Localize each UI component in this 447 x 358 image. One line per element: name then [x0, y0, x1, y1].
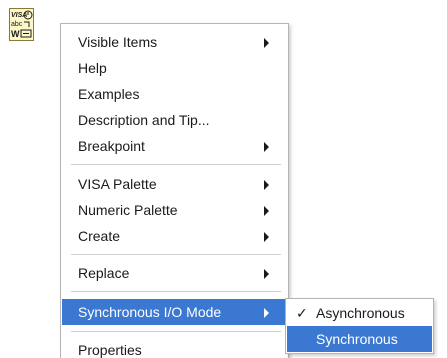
chevron-right-icon — [264, 180, 269, 190]
menu-item-visible-items[interactable]: Visible Items — [62, 29, 287, 55]
chevron-right-icon — [264, 308, 269, 318]
menu-separator — [71, 291, 281, 292]
menu-item-label: Help — [78, 60, 107, 76]
submenu-item-label: Asynchronous — [316, 305, 405, 321]
chevron-right-icon — [264, 142, 269, 152]
menu-item-visa-palette[interactable]: VISA Palette — [62, 171, 287, 197]
submenu-item-asynchronous[interactable]: ✓ Asynchronous — [287, 300, 432, 326]
submenu-item-synchronous[interactable]: Synchronous — [287, 326, 432, 352]
chevron-right-icon — [264, 38, 269, 48]
menu-item-help[interactable]: Help — [62, 55, 287, 81]
chevron-right-icon — [264, 232, 269, 242]
menu-item-breakpoint[interactable]: Breakpoint — [62, 133, 287, 159]
menu-item-label: Description and Tip... — [78, 112, 210, 128]
menu-item-label: Breakpoint — [78, 138, 145, 154]
context-menu: Visible Items Help Examples Description … — [60, 23, 289, 358]
menu-separator — [71, 254, 281, 255]
menu-separator — [71, 331, 281, 332]
menu-item-properties[interactable]: Properties — [62, 337, 287, 358]
icon-abc-text: abc — [11, 21, 23, 28]
menu-item-numeric-palette[interactable]: Numeric Palette — [62, 197, 287, 223]
checkmark-icon: ✓ — [296, 305, 308, 321]
menu-item-label: VISA Palette — [78, 176, 157, 192]
icon-w-text: W — [11, 29, 20, 39]
menu-item-examples[interactable]: Examples — [62, 81, 287, 107]
menu-item-label: Create — [78, 228, 121, 244]
menu-item-label: Synchronous I/O Mode — [78, 304, 222, 320]
menu-separator — [71, 164, 281, 165]
menu-item-replace[interactable]: Replace — [62, 260, 287, 286]
menu-item-label: Replace — [78, 265, 130, 281]
synchronous-io-mode-submenu: ✓ Asynchronous Synchronous — [285, 298, 434, 354]
chevron-right-icon — [264, 269, 269, 279]
menu-item-label: Numeric Palette — [78, 202, 178, 218]
menu-item-label: Properties — [78, 342, 142, 358]
menu-item-synchronous-io-mode[interactable]: Synchronous I/O Mode — [62, 299, 287, 325]
menu-item-label: Visible Items — [78, 34, 158, 50]
menu-item-label: Examples — [78, 86, 140, 102]
menu-item-create[interactable]: Create — [62, 223, 287, 249]
menu-item-description-and-tip[interactable]: Description and Tip... — [62, 107, 287, 133]
chevron-right-icon — [264, 206, 269, 216]
visa-write-icon[interactable]: VISA abc W — [9, 8, 34, 41]
labview-block-diagram: VISA abc W Visible Items Help Examples D… — [0, 0, 447, 358]
submenu-item-label: Synchronous — [316, 331, 398, 347]
